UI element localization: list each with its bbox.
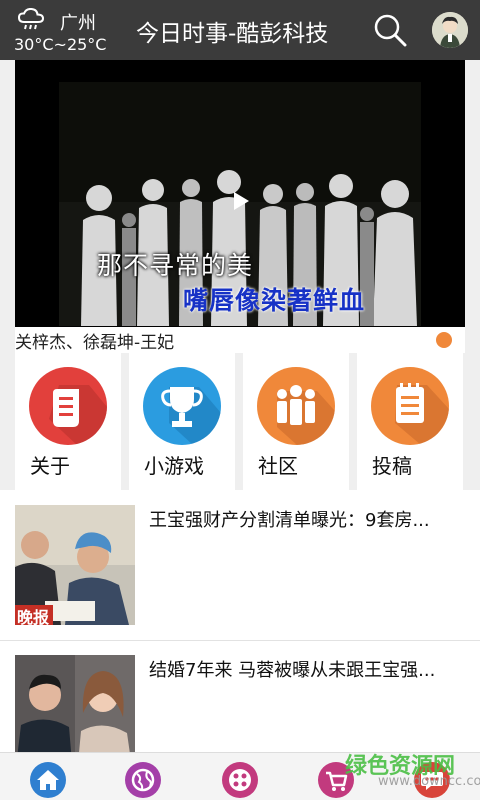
category-label: 小游戏 — [144, 454, 204, 478]
user-avatar-icon — [432, 12, 468, 48]
category-label: 投稿 — [372, 454, 412, 478]
banner-caption-bar: 关梓杰、徐磊坤-王妃 — [15, 327, 465, 353]
lyric-line-2: 嘴唇像染著鲜血 — [183, 286, 366, 315]
watermark-url: www.downcc.com — [378, 774, 480, 789]
weather-widget[interactable]: 广州 30°C~25°C — [14, 6, 114, 56]
scroll-icon — [29, 367, 107, 445]
avatar[interactable] — [432, 12, 468, 48]
search-icon[interactable] — [373, 13, 407, 47]
category-games[interactable]: 小游戏 — [129, 353, 235, 490]
category-about[interactable]: 关于 — [15, 353, 121, 490]
trophy-icon — [143, 367, 221, 445]
category-label: 社区 — [258, 454, 298, 478]
news-thumbnail: 晚报 — [15, 505, 135, 625]
video-banner[interactable]: 那不寻常的美 嘴唇像染著鲜血 — [15, 60, 465, 327]
category-submit[interactable]: 投稿 — [357, 353, 463, 490]
thumbnail-tag: 晚报 — [17, 608, 50, 625]
city-label: 广州 — [60, 13, 96, 34]
news-title: 结婚7年来 马蓉被曝从未跟王宝强... — [149, 660, 436, 681]
apps-icon[interactable] — [222, 762, 258, 798]
notepad-icon — [371, 367, 449, 445]
banner-caption: 关梓杰、徐磊坤-王妃 — [15, 333, 175, 353]
lyric-line-1: 那不寻常的美 — [97, 251, 254, 280]
temperature-label: 30°C~25°C — [14, 35, 107, 54]
app-header: 广州 30°C~25°C 今日时事-酷彭科技 — [0, 0, 480, 60]
list-item[interactable]: 晚报 王宝强财产分割清单曝光：9套房... — [0, 490, 480, 640]
news-list: 晚报 王宝强财产分割清单曝光：9套房... 结婚7年来 马蓉被曝从未跟王宝强..… — [0, 490, 480, 791]
page-title: 今日时事-酷彭科技 — [136, 21, 329, 47]
people-icon — [257, 367, 335, 445]
home-icon[interactable] — [30, 762, 66, 798]
carousel-indicator[interactable] — [436, 332, 452, 348]
category-label: 关于 — [30, 454, 70, 478]
category-community[interactable]: 社区 — [243, 353, 349, 490]
globe-icon[interactable] — [125, 762, 161, 798]
play-icon[interactable] — [227, 188, 253, 214]
news-title: 王宝强财产分割清单曝光：9套房... — [149, 510, 430, 531]
rain-cloud-icon — [18, 8, 44, 30]
